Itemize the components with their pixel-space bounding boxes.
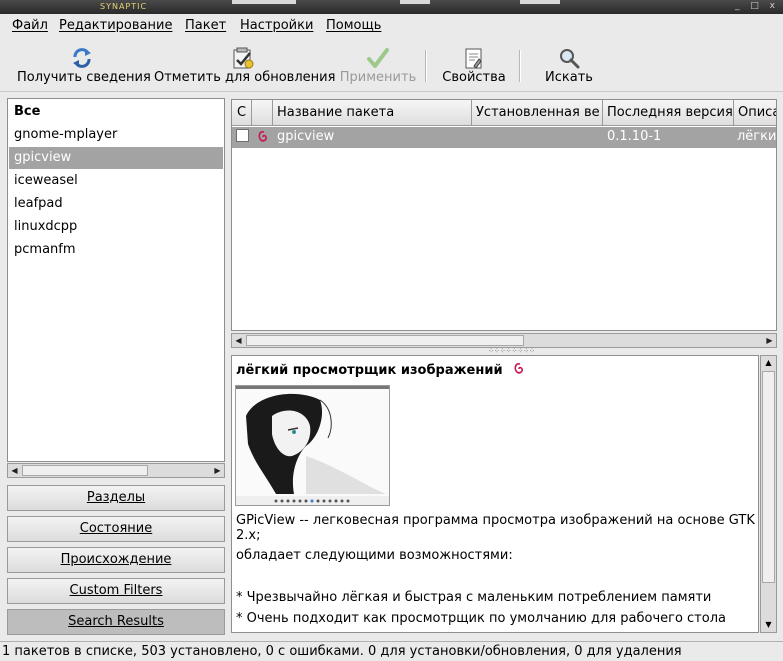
menu-file[interactable]: Файл	[12, 18, 48, 33]
description-title: лёгкий просмотрщик изображений	[236, 363, 503, 378]
filter-item[interactable]: pcmanfm	[9, 239, 223, 261]
row-package-name: gpicview	[277, 129, 335, 144]
scrollbar-thumb[interactable]	[246, 335, 524, 346]
window-titlebar[interactable]: SYNAPTIC _ □ x	[0, 0, 783, 14]
column-header-package-name[interactable]: Название пакета	[273, 100, 472, 126]
filter-item[interactable]: gnome-mplayer	[9, 124, 223, 146]
filter-list-hscrollbar[interactable]: ◀ ▶	[7, 463, 225, 478]
column-header-description[interactable]: Описа	[734, 100, 776, 126]
search-results-button[interactable]: Search Results	[7, 609, 225, 635]
properties-button[interactable]: Свойства	[440, 46, 508, 85]
refresh-icon	[73, 48, 91, 68]
custom-filters-button[interactable]: Custom Filters	[7, 578, 225, 604]
scroll-left-arrow-icon[interactable]: ◀	[232, 334, 245, 347]
row-latest-version: 0.1.10-1	[607, 129, 662, 144]
description-line: обладает следующими возможностями:	[236, 548, 513, 563]
status-bar: 1 пакетов в списке, 503 установлено, 0 с…	[0, 641, 783, 661]
scrollbar-thumb[interactable]	[762, 371, 775, 583]
sections-button-label: Разделы	[86, 490, 146, 505]
filter-item[interactable]: iceweasel	[9, 170, 223, 192]
mark-upgrade-icon	[233, 47, 254, 69]
scroll-down-arrow-icon[interactable]: ▼	[761, 618, 776, 632]
titlebar-decoration	[400, 0, 430, 4]
status-button-label: Состояние	[79, 521, 153, 536]
description-vscrollbar[interactable]: ▲ ▼	[760, 355, 777, 633]
search-results-button-label: Search Results	[68, 614, 164, 629]
filter-item[interactable]: linuxdcpp	[9, 216, 223, 238]
package-checkbox[interactable]	[236, 129, 249, 142]
filter-item-all[interactable]: Все	[9, 101, 223, 123]
menubar: Файл Редактирование Пакет Настройки Помо…	[0, 14, 783, 38]
menu-help[interactable]: Помощь	[326, 18, 381, 33]
debian-swirl-icon	[514, 363, 523, 374]
table-row[interactable]: gpicview 0.1.10-1 лёгки	[232, 127, 777, 148]
titlebar-decoration	[232, 0, 296, 4]
properties-label: Свойства	[442, 70, 506, 85]
package-table-hscrollbar[interactable]: ◀ ▶	[231, 333, 777, 348]
check-icon	[367, 48, 389, 68]
status-button[interactable]: Состояние	[7, 516, 225, 542]
search-label: Искать	[545, 70, 593, 85]
toolbar-separator	[519, 50, 521, 82]
menu-package[interactable]: Пакет	[185, 18, 226, 33]
row-description: лёгки	[737, 129, 777, 144]
menu-edit[interactable]: Редактирование	[59, 18, 172, 33]
package-description-pane: лёгкий просмотрщик изображений GPicView …	[231, 355, 759, 633]
titlebar-decoration	[520, 0, 560, 4]
sections-button[interactable]: Разделы	[7, 485, 225, 511]
custom-filters-button-label: Custom Filters	[69, 583, 163, 598]
toolbar-separator	[425, 50, 427, 82]
menu-settings[interactable]: Настройки	[240, 18, 313, 33]
filter-item-selected[interactable]: gpicview	[9, 147, 223, 169]
description-line: GPicView -- легковесная программа просмо…	[236, 513, 759, 528]
window-title: SYNAPTIC	[100, 2, 148, 11]
mark-upgrades-label: Отметить для обновления	[154, 70, 336, 85]
scroll-left-arrow-icon[interactable]: ◀	[8, 464, 21, 477]
scroll-right-arrow-icon[interactable]: ▶	[763, 334, 776, 347]
column-header-support[interactable]	[252, 100, 273, 126]
column-header-status[interactable]: С	[232, 100, 252, 126]
apply-label: Применить	[339, 70, 417, 85]
column-header-latest-version[interactable]: Последняя версия	[603, 100, 734, 126]
pane-resize-grip[interactable]: ⁘⁘⁘⁘⁘⁘⁘⁘	[488, 348, 535, 355]
window-controls[interactable]: _ □ x	[735, 1, 779, 11]
toolbar: Получить сведения Отметить для обновлени…	[0, 38, 783, 92]
reload-label: Получить сведения	[17, 70, 151, 85]
description-line: * Очень подходит как просмотрщик по умол…	[236, 611, 726, 626]
origin-button-label: Происхождение	[60, 552, 172, 567]
description-line: * Чрезвычайно лёгкая и быстрая с маленьк…	[236, 590, 712, 605]
mark-upgrades-button[interactable]: Отметить для обновления	[154, 46, 336, 85]
search-button[interactable]: Искать	[536, 46, 602, 85]
search-icon	[560, 49, 580, 69]
origin-button[interactable]: Происхождение	[7, 547, 225, 573]
scroll-up-arrow-icon[interactable]: ▲	[761, 356, 776, 370]
reload-button[interactable]: Получить сведения	[17, 46, 151, 85]
package-table: С Название пакета Установленная ве После…	[231, 99, 777, 331]
filter-list: Все gnome-mplayer gpicview iceweasel lea…	[7, 98, 225, 462]
scroll-right-arrow-icon[interactable]: ▶	[211, 464, 224, 477]
properties-icon	[465, 48, 482, 69]
apply-button[interactable]: Применить	[339, 46, 417, 85]
scrollbar-thumb[interactable]	[22, 465, 148, 476]
debian-swirl-icon	[258, 131, 267, 142]
column-header-installed-version[interactable]: Установленная ве	[472, 100, 603, 126]
description-line: 2.x;	[236, 528, 261, 543]
filter-item[interactable]: leafpad	[9, 193, 223, 215]
package-screenshot-image	[235, 385, 390, 506]
